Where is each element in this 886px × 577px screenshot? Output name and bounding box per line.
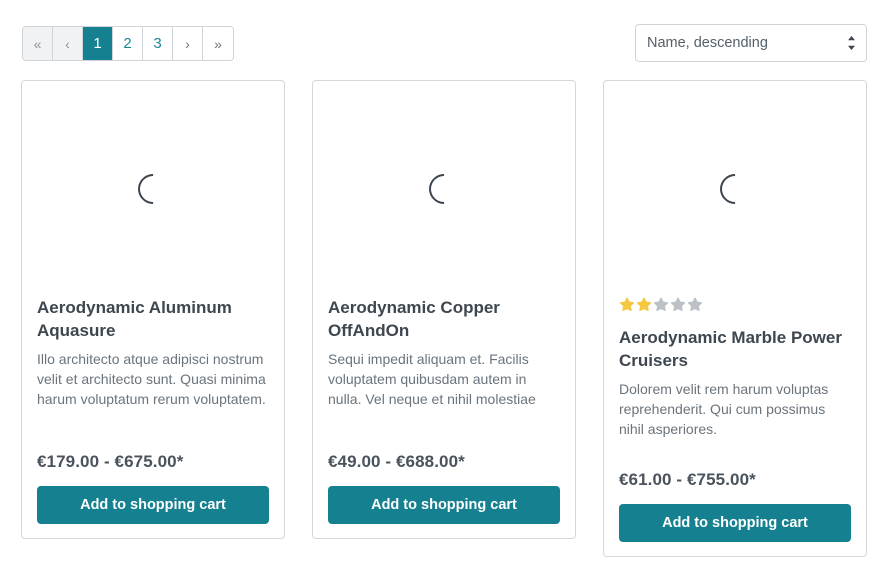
- product-price: €61.00 - €755.00*: [619, 469, 756, 489]
- product-description: Illo architecto atque adipisci nostrum v…: [37, 351, 266, 407]
- pagination-first-button[interactable]: «: [23, 27, 53, 60]
- sort-select[interactable]: Name, descending: [635, 24, 867, 62]
- product-price: €49.00 - €688.00*: [328, 451, 465, 471]
- product-description: Sequi impedit aliquam et. Facilis volupt…: [328, 351, 536, 407]
- pagination-next-button[interactable]: ›: [173, 27, 203, 60]
- pagination: « ‹ 1 2 3 › »: [22, 26, 234, 61]
- product-card[interactable]: Aerodynamic Copper OffAndOn Sequi impedi…: [312, 80, 576, 539]
- add-to-cart-button[interactable]: Add to shopping cart: [328, 485, 560, 524]
- product-image-placeholder: [22, 81, 284, 297]
- product-card-body: Aerodynamic Aluminum Aquasure Illo archi…: [22, 297, 284, 410]
- product-price: €179.00 - €675.00*: [37, 451, 184, 471]
- star-empty-icon: [654, 297, 668, 311]
- add-to-cart-button[interactable]: Add to shopping cart: [37, 485, 269, 524]
- product-grid: Aerodynamic Aluminum Aquasure Illo archi…: [21, 80, 867, 557]
- product-image-placeholder: [313, 81, 575, 297]
- product-card[interactable]: Aerodynamic Aluminum Aquasure Illo archi…: [21, 80, 285, 539]
- pagination-page-1[interactable]: 1: [83, 27, 113, 60]
- star-filled-icon: [620, 297, 634, 311]
- add-to-cart-button[interactable]: Add to shopping cart: [619, 503, 851, 542]
- product-rating: [619, 297, 851, 313]
- product-card-footer: €61.00 - €755.00* Add to shopping cart: [604, 470, 866, 542]
- product-card-body: Aerodynamic Copper OffAndOn Sequi impedi…: [313, 297, 575, 410]
- loading-spinner-icon: [713, 167, 757, 211]
- pagination-page-2[interactable]: 2: [113, 27, 143, 60]
- pagination-page-3[interactable]: 3: [143, 27, 173, 60]
- loading-spinner-icon: [422, 167, 466, 211]
- pagination-last-button[interactable]: »: [203, 27, 233, 60]
- product-card[interactable]: Aerodynamic Marble Power Cruisers Dolore…: [603, 80, 867, 557]
- star-empty-icon: [671, 297, 685, 311]
- sort-select-wrapper: Name, descending: [635, 24, 867, 62]
- product-title[interactable]: Aerodynamic Marble Power Cruisers: [619, 327, 851, 372]
- star-empty-icon: [688, 297, 702, 311]
- product-title[interactable]: Aerodynamic Aluminum Aquasure: [37, 297, 269, 342]
- loading-spinner-icon: [131, 167, 175, 211]
- product-title[interactable]: Aerodynamic Copper OffAndOn: [328, 297, 560, 342]
- pagination-prev-button[interactable]: ‹: [53, 27, 83, 60]
- product-card-body: Aerodynamic Marble Power Cruisers Dolore…: [604, 297, 866, 440]
- star-filled-icon: [637, 297, 651, 311]
- product-description: Dolorem velit rem harum voluptas reprehe…: [619, 381, 829, 437]
- listing-toolbar: « ‹ 1 2 3 › » Name, descending: [0, 0, 886, 80]
- product-card-footer: €179.00 - €675.00* Add to shopping cart: [22, 452, 284, 524]
- product-card-footer: €49.00 - €688.00* Add to shopping cart: [313, 452, 575, 524]
- product-image-placeholder: [604, 81, 866, 297]
